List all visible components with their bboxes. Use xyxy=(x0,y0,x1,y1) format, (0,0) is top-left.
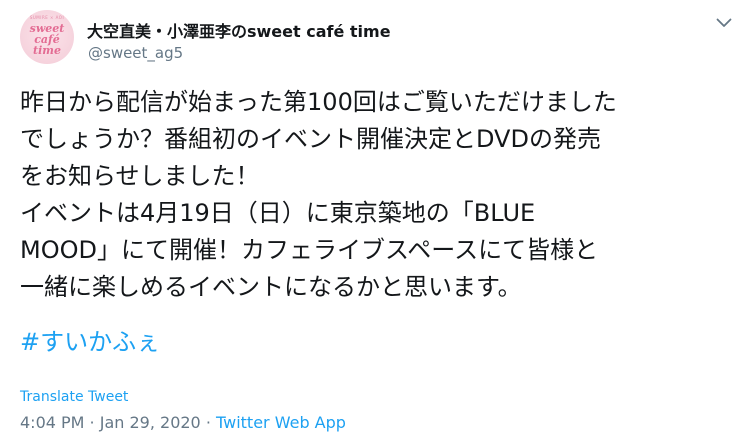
display-name[interactable]: 大空直美・小澤亜李のsweet café time xyxy=(87,18,391,42)
avatar[interactable]: SUMIRE × AOI sweet café time xyxy=(20,10,74,64)
translate-tweet-link[interactable]: Translate Tweet xyxy=(20,389,128,405)
meta-separator: · xyxy=(84,413,100,432)
tweet-menu-button[interactable] xyxy=(713,12,735,34)
user-handle[interactable]: @sweet_ag5 xyxy=(88,44,183,62)
tweet-time[interactable]: 4:04 PM xyxy=(20,413,84,432)
chevron-down-icon xyxy=(716,18,732,27)
tweet-source-link[interactable]: Twitter Web App xyxy=(216,413,346,432)
tweet-body: 昨日から配信が始まった第100回はご覧いただけました でしょうか？番組初のイベン… xyxy=(20,88,617,301)
tweet-date[interactable]: Jan 29, 2020 xyxy=(100,413,201,432)
tweet-meta: 4:04 PM · Jan 29, 2020 · Twitter Web App xyxy=(20,413,346,432)
avatar-text-line3: time xyxy=(33,44,61,57)
hashtag-link[interactable]: #すいかふぇ xyxy=(20,324,160,361)
meta-separator: · xyxy=(200,413,216,432)
avatar-small-text: SUMIRE × AOI xyxy=(29,15,65,20)
